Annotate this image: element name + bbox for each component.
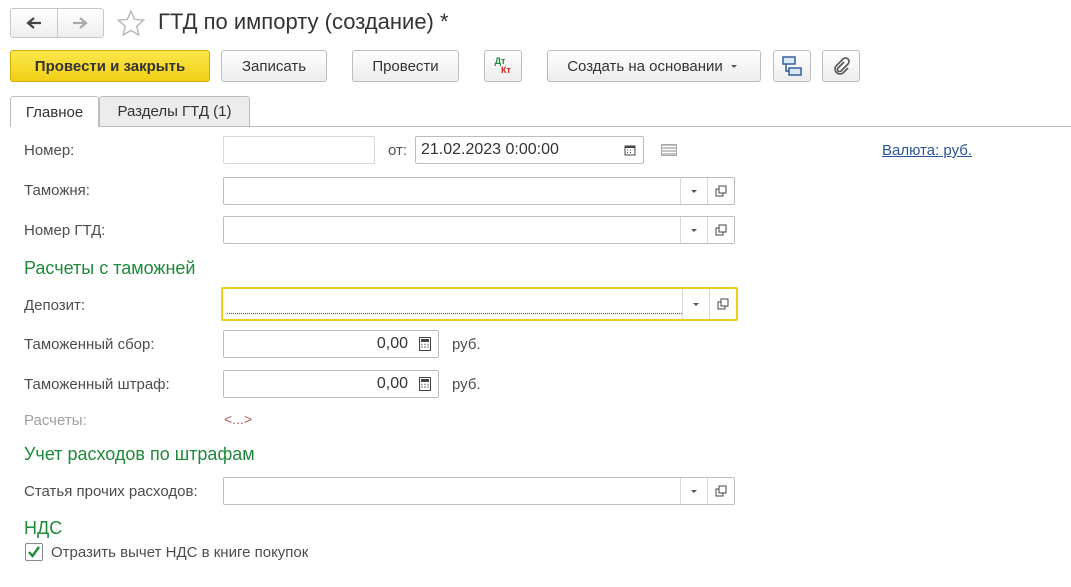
settlements-label: Расчеты: [24,412,87,429]
paperclip-icon [834,57,850,75]
date-prefix-label: от: [388,142,408,159]
gtd-number-dropdown-icon[interactable] [680,217,707,243]
calendar-icon[interactable] [617,137,643,163]
date-value: 21.02.2023 0:00:00 [421,141,559,158]
section-fines-expenses: Учет расходов по штрафам [24,444,255,464]
favorite-star-icon[interactable] [116,9,146,44]
other-expense-dropdown-icon[interactable] [680,478,707,504]
vat-deduction-checkbox[interactable] [25,543,43,561]
section-vat: НДС [24,518,63,538]
currency-link[interactable]: Валюта: руб. [882,142,972,159]
customs-dropdown-icon[interactable] [680,178,707,204]
structure-button[interactable] [773,50,811,82]
tab-gtd-sections[interactable]: Разделы ГТД (1) [99,96,250,126]
create-based-on-button[interactable]: Создать на основании [547,50,761,82]
settlements-link[interactable]: <...> [224,411,252,427]
deposit-focus-underline [227,313,682,314]
customs-fine-input[interactable]: 0,00 [223,370,439,398]
forward-button[interactable] [56,9,104,37]
customs-fee-input[interactable]: 0,00 [223,330,439,358]
date-input[interactable]: 21.02.2023 0:00:00 [415,136,644,164]
arrow-left-icon [26,17,41,29]
customs-fine-unit: руб. [452,376,481,393]
checkmark-icon [28,546,40,558]
structure-icon [782,56,802,76]
back-button[interactable] [11,9,57,37]
customs-field[interactable] [223,177,735,205]
gtd-number-field[interactable] [223,216,735,244]
vat-deduction-label[interactable]: Отразить вычет НДС в книге покупок [51,544,308,561]
deposit-value [223,289,682,319]
deposit-field[interactable] [221,287,738,321]
other-expense-value [224,478,680,504]
window-title: ГТД по импорту (создание) * [158,9,449,34]
other-expense-label: Статья прочих расходов: [24,483,198,500]
customs-open-icon[interactable] [707,178,734,204]
customs-label: Таможня: [24,182,90,199]
gtd-number-label: Номер ГТД: [24,222,106,239]
gtd-number-value [224,217,680,243]
customs-fee-unit: руб. [452,336,481,353]
dt-kt-button[interactable]: Дт Кт [484,50,522,82]
customs-fine-label: Таможенный штраф: [24,376,170,393]
create-based-on-label: Создать на основании [567,57,723,75]
kt-label: Кт [501,65,511,75]
comment-icon[interactable] [661,143,677,161]
post-and-close-button[interactable]: Провести и закрыть [10,50,210,82]
customs-fee-label: Таможенный сбор: [24,336,155,353]
calculator-icon[interactable] [412,371,438,397]
tab-main[interactable]: Главное [10,96,99,127]
tab-baseline [10,126,1071,127]
attach-files-button[interactable] [822,50,860,82]
customs-value [224,178,680,204]
post-button[interactable]: Провести [352,50,459,82]
customs-fee-value: 0,00 [376,335,408,352]
other-expense-open-icon[interactable] [707,478,734,504]
history-nav [10,8,104,38]
calculator-icon[interactable] [412,331,438,357]
number-label: Номер: [24,142,75,159]
save-button[interactable]: Записать [221,50,327,82]
number-input[interactable] [223,136,375,164]
dropdown-arrow-icon [730,65,737,68]
arrow-right-icon [73,17,88,29]
deposit-dropdown-icon[interactable] [682,289,709,319]
section-customs-settlements: Расчеты с таможней [24,258,196,278]
deposit-label: Депозит: [24,297,86,314]
other-expense-field[interactable] [223,477,735,505]
customs-fine-value: 0,00 [376,375,408,392]
deposit-open-icon[interactable] [709,289,736,319]
gtd-number-open-icon[interactable] [707,217,734,243]
